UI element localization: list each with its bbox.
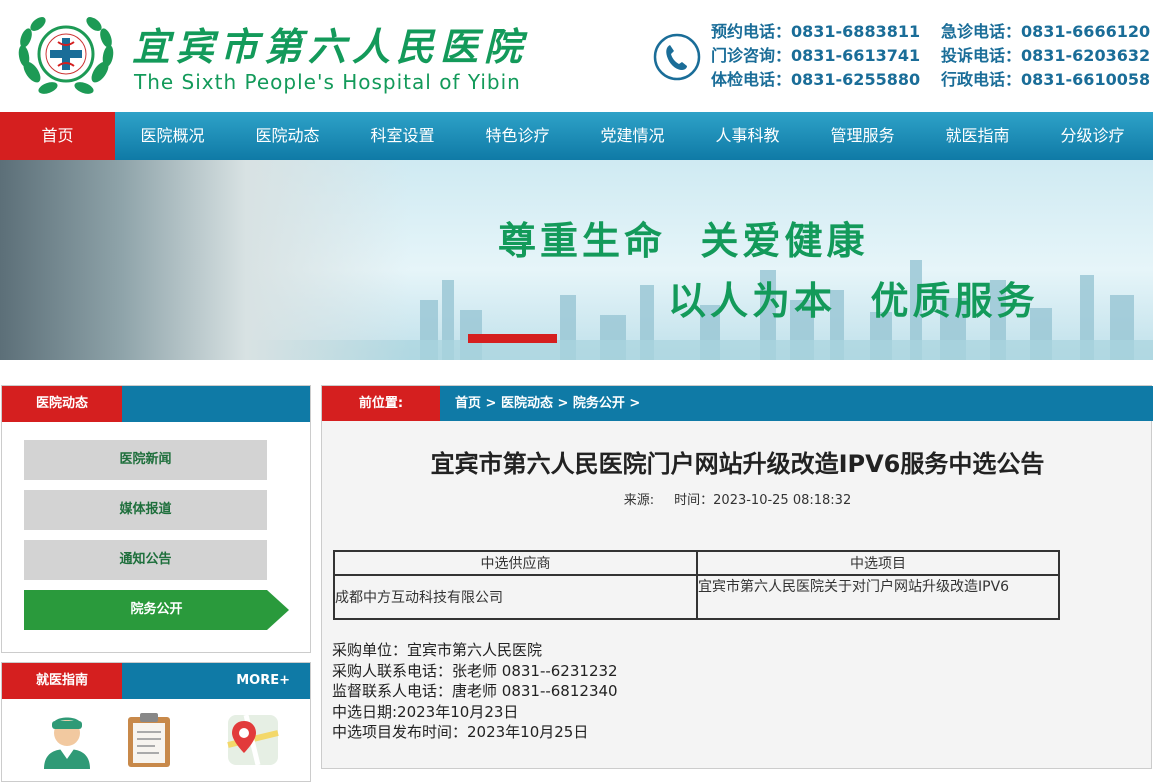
nav-item-overview[interactable]: 医院概况: [115, 112, 230, 160]
info-line-award-date: 中选日期:2023年10月23日: [332, 702, 519, 721]
sidebar-news-header: 医院动态: [2, 386, 310, 422]
sidebar-news-panel: 医院动态 医院新闻 媒体报道 通知公告 院务公开: [1, 385, 311, 653]
phone-icon: [653, 33, 701, 81]
award-table: 中选供应商 中选项目 成都中方互动科技有限公司 宜宾市第六人民医院关于对门户网站…: [333, 550, 1060, 620]
table-cell-supplier: 成都中方互动科技有限公司: [333, 574, 698, 620]
hospital-name-en: The Sixth People's Hospital of Yibin: [134, 70, 521, 94]
table-header-project: 中选项目: [696, 550, 1060, 576]
sidebar-item-label: 院务公开: [130, 602, 183, 617]
guide-more-link[interactable]: MORE+: [236, 663, 290, 699]
hospital-name-cn: 宜宾市第六人民医院: [132, 24, 529, 69]
contact-appointment: 预约电话：0831-6883811: [711, 22, 921, 41]
article-header-bar: 前位置: 首页 > 医院动态 > 院务公开 >: [322, 386, 1153, 421]
nav-item-guide[interactable]: 就医指南: [920, 112, 1035, 160]
map-pin-icon[interactable]: [224, 711, 282, 769]
article-time: 时间：2023-10-25 08:18:32: [674, 493, 852, 508]
contact-outpatient: 门诊咨询：0831-6613741: [711, 46, 921, 65]
sidebar-item-hospital-news[interactable]: 医院新闻: [24, 440, 267, 480]
article-meta: 来源: 时间：2023-10-25 08:18:32: [322, 489, 1153, 508]
contact-admin: 行政电话：0831-6610058: [941, 70, 1151, 89]
banner-indicator[interactable]: [468, 334, 557, 343]
breadcrumb-home[interactable]: 首页 >: [455, 396, 496, 411]
contact-emergency: 急诊电话：0831-6666120: [941, 22, 1151, 41]
table-header-supplier: 中选供应商: [333, 550, 698, 576]
article-panel: 前位置: 首页 > 医院动态 > 院务公开 > 宜宾市第六人民医院门户网站升级改…: [321, 385, 1153, 769]
contact-row: 门诊咨询：0831-6613741 投诉电话：0831-6203632: [711, 44, 1153, 68]
info-line-purchaser: 采购单位：宜宾市第六人民医院: [332, 641, 543, 659]
breadcrumb-news[interactable]: 医院动态 >: [501, 396, 568, 411]
sidebar-guide-panel: 就医指南 MORE+: [1, 662, 311, 782]
sidebar-item-affairs-public[interactable]: 院务公开: [24, 590, 289, 630]
breadcrumb-affairs[interactable]: 院务公开 >: [573, 396, 640, 411]
info-line-contact: 采购人联系电话：张老师 0831--6231232: [332, 661, 618, 680]
nav-item-special-treatment[interactable]: 特色诊疗: [460, 112, 575, 160]
info-line-supervisor: 监督联系人电话：唐老师 0831--6812340: [332, 682, 618, 700]
contact-row: 体检电话：0831-6255880 行政电话：0831-6610058: [711, 68, 1153, 92]
info-line-publish-date: 中选项目发布时间：2023年10月25日: [332, 723, 589, 741]
sidebar-item-media-reports[interactable]: 媒体报道: [24, 490, 267, 530]
nav-item-news[interactable]: 医院动态: [230, 112, 345, 160]
sidebar-guide-title: 就医指南: [2, 663, 122, 699]
main-nav: 首页 医院概况 医院动态 科室设置 特色诊疗 党建情况 人事科教 管理服务 就医…: [0, 112, 1153, 160]
doctor-icon[interactable]: [38, 711, 96, 769]
hero-banner: 尊重生命 关爱健康 以人为本 优质服务: [0, 160, 1153, 360]
breadcrumb: 首页 > 医院动态 > 院务公开 >: [455, 386, 640, 421]
contact-phone-list: 预约电话：0831-6883811 急诊电话：0831-6666120 门诊咨询：…: [711, 20, 1153, 92]
contact-checkup: 体检电话：0831-6255880: [711, 70, 921, 89]
sidebar-news-title: 医院动态: [2, 386, 122, 422]
table-row: 成都中方互动科技有限公司 宜宾市第六人民医院关于对门户网站升级改造IPV6: [333, 574, 1060, 620]
nav-item-departments[interactable]: 科室设置: [345, 112, 460, 160]
contact-complaint: 投诉电话：0831-6203632: [941, 46, 1151, 65]
procurement-info: 采购单位：宜宾市第六人民医院 采购人联系电话：张老师 0831--6231232…: [332, 640, 618, 743]
article-source: 来源:: [623, 493, 655, 508]
nav-item-tiered-care[interactable]: 分级诊疗: [1035, 112, 1150, 160]
location-label: 前位置:: [322, 386, 440, 421]
clinic-photo-image: [0, 160, 410, 360]
table-cell-project: 宜宾市第六人民医院关于对门户网站升级改造IPV6: [696, 574, 1060, 620]
nav-item-home[interactable]: 首页: [0, 112, 115, 160]
site-header: 宜宾市第六人民医院 The Sixth People's Hospital of…: [0, 0, 1153, 112]
sidebar-guide-header: 就医指南 MORE+: [2, 663, 310, 699]
nav-item-management[interactable]: 管理服务: [805, 112, 920, 160]
banner-slogan-2: 以人为本 优质服务: [668, 279, 1039, 323]
contact-row: 预约电话：0831-6883811 急诊电话：0831-6666120: [711, 20, 1153, 44]
sidebar-item-notices[interactable]: 通知公告: [24, 540, 267, 580]
nav-item-personnel[interactable]: 人事科教: [690, 112, 805, 160]
table-header-row: 中选供应商 中选项目: [333, 550, 1060, 576]
clipboard-icon[interactable]: [120, 711, 178, 769]
banner-slogan-1: 尊重生命 关爱健康: [498, 219, 869, 263]
article-title: 宜宾市第六人民医院门户网站升级改造IPV6服务中选公告: [430, 450, 1045, 478]
hospital-logo-icon[interactable]: [14, 12, 118, 100]
nav-item-party-building[interactable]: 党建情况: [575, 112, 690, 160]
